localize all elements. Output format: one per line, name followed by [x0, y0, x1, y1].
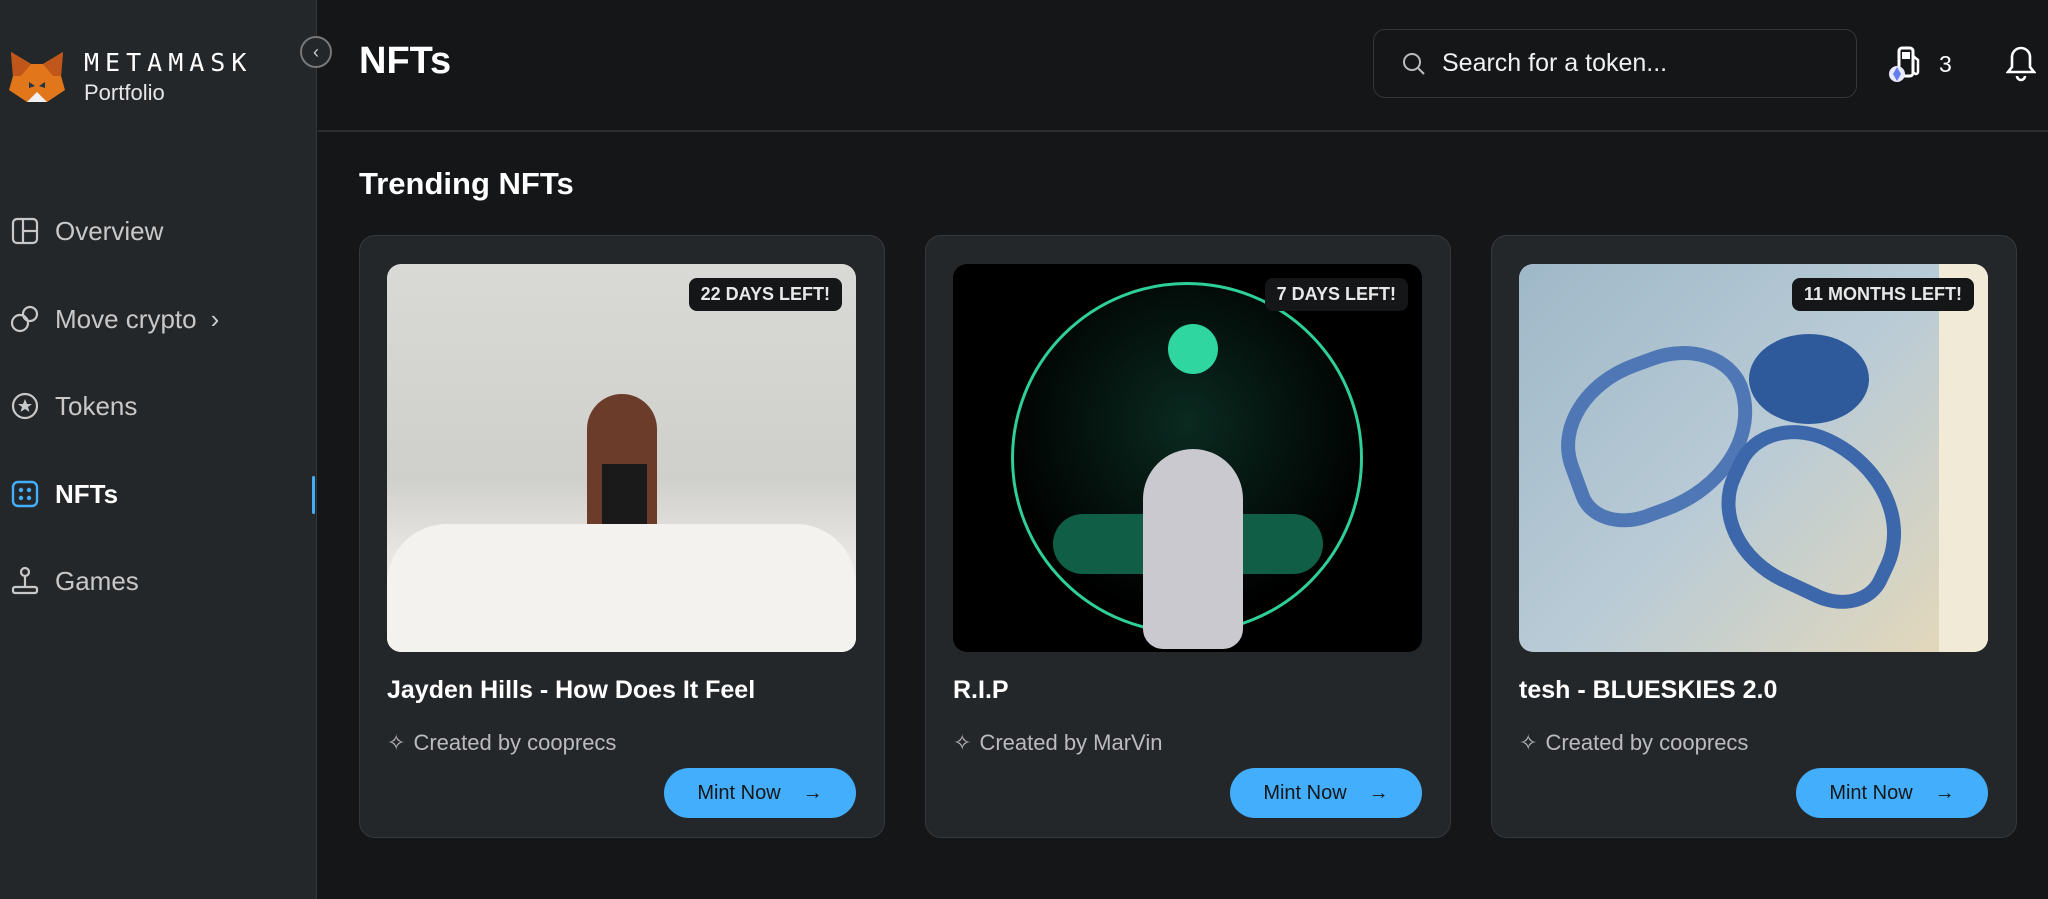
layout-icon [9, 215, 41, 247]
nft-image[interactable]: 7 DAYS LEFT! [953, 264, 1422, 652]
time-left-badge: 11 MONTHS LEFT! [1791, 278, 1974, 311]
creator-text: Created by cooprecs [1545, 730, 1749, 755]
nft-card[interactable]: 11 MONTHS LEFT! tesh - BLUESKIES 2.0 ✧ Cr… [1491, 235, 2017, 838]
sidebar-item-tokens[interactable]: Tokens [0, 378, 317, 434]
sidebar-item-label: Overview [55, 215, 164, 246]
sidebar-item-label: NFTs [55, 478, 119, 509]
active-indicator [312, 476, 315, 514]
arrow-right-icon: → [1368, 781, 1389, 804]
nft-icon [9, 478, 41, 510]
collapse-sidebar-button[interactable]: ‹ [300, 36, 332, 68]
search-icon [1403, 52, 1425, 75]
creator-text: Created by cooprecs [413, 730, 617, 755]
sidebar-item-games[interactable]: Games [0, 553, 317, 609]
mint-now-button[interactable]: Mint Now → [1796, 768, 1988, 818]
sparkle-icon: ✧ [1519, 730, 1538, 755]
header: NFTs Search for a token... 3 [318, 0, 2048, 132]
gas-count: 3 [1939, 50, 1952, 77]
token-icon [9, 390, 41, 422]
transfer-icon [9, 303, 41, 335]
mint-now-button[interactable]: Mint Now → [1230, 768, 1422, 818]
nft-title: tesh - BLUESKIES 2.0 [1519, 676, 1778, 704]
search-placeholder: Search for a token... [1442, 49, 1668, 77]
brand-subtitle: Portfolio [84, 80, 165, 105]
mint-now-button[interactable]: Mint Now → [664, 768, 856, 818]
joystick-icon [9, 565, 41, 597]
nft-title: Jayden Hills - How Does It Feel [387, 676, 756, 704]
creator-line: ✧ Created by cooprecs [387, 730, 616, 756]
sidebar-item-overview[interactable]: Overview [0, 203, 317, 259]
time-left-badge: 22 DAYS LEFT! [688, 278, 842, 311]
time-left-badge: 7 DAYS LEFT! [1264, 278, 1408, 311]
mint-label: Mint Now [1829, 781, 1913, 804]
gas-pump-icon [1889, 46, 1920, 82]
section-title: Trending NFTs [359, 166, 574, 201]
creator-line: ✧ Created by MarVin [953, 730, 1162, 756]
creator-text: Created by MarVin [979, 730, 1163, 755]
chevron-right-icon: › [210, 303, 220, 334]
arrow-right-icon: → [1934, 781, 1955, 804]
sparkle-icon: ✧ [953, 730, 972, 755]
sidebar-item-label: Games [55, 565, 139, 596]
nft-title: R.I.P [953, 676, 1009, 704]
bell-icon [2005, 46, 2037, 82]
nft-card[interactable]: 22 DAYS LEFT! Jayden Hills - How Does It… [359, 235, 885, 838]
nft-card[interactable]: 7 DAYS LEFT! R.I.P ✧ Created by MarVin Mi… [925, 235, 1451, 838]
mint-label: Mint Now [1263, 781, 1347, 804]
search-input[interactable]: Search for a token... [1373, 29, 1857, 98]
nft-image[interactable]: 22 DAYS LEFT! [387, 264, 856, 652]
sidebar-item-label: Move crypto [55, 303, 197, 334]
arrow-right-icon: → [802, 781, 823, 804]
creator-line: ✧ Created by cooprecs [1519, 730, 1748, 756]
brand-name: METAMASK [84, 48, 253, 77]
sidebar: METAMASK Portfolio Overview Move crypto … [0, 0, 317, 899]
gas-fee-button[interactable]: 3 [1887, 44, 1952, 84]
page-title: NFTs [359, 40, 452, 82]
sidebar-item-move-crypto[interactable]: Move crypto › [0, 291, 317, 347]
nft-image[interactable]: 11 MONTHS LEFT! [1519, 264, 1988, 652]
sidebar-item-label: Tokens [55, 390, 138, 421]
sidebar-item-nfts[interactable]: NFTs [0, 466, 317, 522]
mint-label: Mint Now [697, 781, 781, 804]
chevron-left-icon: ‹ [313, 41, 319, 62]
metamask-fox-logo [9, 52, 65, 102]
notifications-button[interactable] [2005, 44, 2037, 87]
sparkle-icon: ✧ [387, 730, 406, 755]
